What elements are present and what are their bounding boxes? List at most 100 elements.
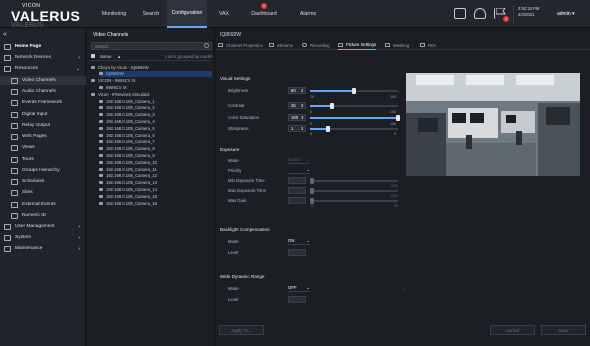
- sidebar-item-events-framework[interactable]: Events Framework: [0, 98, 86, 107]
- sidebar-item-system[interactable]: System ›: [0, 233, 86, 242]
- tree-device-row[interactable]: 192.168.0.105_Camera_6: [99, 132, 212, 138]
- contrast-slider[interactable]: [310, 103, 398, 109]
- wdr-level-spinner[interactable]: [288, 296, 306, 303]
- tree-device-row[interactable]: 192.168.0.105_Camera_7: [99, 139, 212, 145]
- backlight-mode-select[interactable]: ON ⌄: [288, 238, 310, 245]
- name-column-header[interactable]: Name: [100, 54, 111, 59]
- tree-device-row[interactable]: IQ8692W: [99, 70, 212, 77]
- sidebar-item-network-devices[interactable]: Network Devices ›: [0, 53, 86, 62]
- sidebar-item-sites[interactable]: Sites: [0, 188, 86, 197]
- tree-device-row[interactable]: 192.168.0.105_Camera_12: [99, 173, 212, 179]
- slider-handle[interactable]: [310, 188, 314, 194]
- nav-dashboard[interactable]: 1 Dashboard: [240, 0, 288, 28]
- sidebar-item-views[interactable]: Views: [0, 143, 86, 152]
- tab-masking[interactable]: Masking: [385, 40, 409, 50]
- tree-device-row[interactable]: 192.168.0.105_Camera_9: [99, 152, 212, 158]
- saturation-slider[interactable]: [310, 115, 400, 121]
- priority-select[interactable]: ⌄: [288, 167, 310, 174]
- spinner-arrows-icon[interactable]: ⇕: [301, 88, 304, 94]
- tab-channel-properties[interactable]: Channel Properties: [218, 40, 263, 50]
- tree-device-row[interactable]: 192.168.0.105_Camera_16: [99, 200, 212, 206]
- sidebar-item-tours[interactable]: Tours: [0, 155, 86, 164]
- tree-device-row[interactable]: 192.168.0.105_Camera_11: [99, 166, 212, 172]
- slider-handle[interactable]: [325, 126, 330, 132]
- sidebar-item-user-management[interactable]: User Management ›: [0, 222, 86, 231]
- spinner-arrows-icon[interactable]: ⇕: [301, 126, 304, 132]
- sidebar-item-audio-channels[interactable]: Audio Channels: [0, 87, 86, 96]
- sidebar-item-numeric-id[interactable]: Numeric ID: [0, 211, 86, 220]
- nav-alarms[interactable]: Alarms: [290, 0, 326, 28]
- sidebar-item-home[interactable]: Home Page: [0, 42, 86, 51]
- max-exposure-spinner[interactable]: [288, 187, 306, 194]
- nav-monitoring[interactable]: Monitoring: [93, 0, 135, 28]
- nav-search[interactable]: Search: [136, 0, 166, 28]
- bag-icon[interactable]: [474, 8, 486, 19]
- valerus-logo[interactable]: VICON VALERUS VALERUS: [8, 3, 80, 27]
- sidebar-item-digital-input[interactable]: Digital Input: [0, 110, 86, 119]
- tree-device-row[interactable]: 192.168.0.105_Camera_13: [99, 180, 212, 186]
- brightness-spinner[interactable]: 60 ⇕: [288, 87, 306, 94]
- tree-device-row[interactable]: 192.168.0.105_Camera_14: [99, 186, 212, 192]
- nav-configuration[interactable]: Configuration: [167, 0, 207, 28]
- nav-vax[interactable]: VAX: [212, 0, 236, 28]
- user-menu[interactable]: admin ▾: [557, 11, 575, 17]
- tab-streams[interactable]: Streams: [269, 40, 293, 50]
- max-gain-spinner[interactable]: [288, 197, 306, 204]
- max-exposure-slider[interactable]: [310, 188, 398, 194]
- search-input[interactable]: Search: [91, 42, 212, 50]
- tree-device-row[interactable]: 192.168.0.105_Camera_4: [99, 118, 212, 124]
- collapse-all-icon[interactable]: [91, 54, 95, 58]
- sidebar-item-relay-output[interactable]: Relay Output: [0, 121, 86, 130]
- sidebar-item-external-events[interactable]: External Events: [0, 200, 86, 209]
- tree-row-label: 192.168.0.105_Camera_15: [106, 193, 157, 199]
- sidebar-item-resources[interactable]: Resources ⌄: [0, 64, 86, 73]
- saturation-spinner[interactable]: 100 ⇕: [288, 114, 306, 121]
- tree-group-row[interactable]: VICON - 6WI6CV IX: [91, 78, 212, 84]
- backlight-level-spinner[interactable]: [288, 249, 306, 256]
- tree-group-row[interactable]: Cheyo by Vicon - IQ8692W: [91, 64, 212, 70]
- sidebar-item-schedules[interactable]: Schedules: [0, 177, 86, 186]
- slider-handle[interactable]: [330, 103, 334, 109]
- tab-label: Masking: [393, 42, 410, 48]
- exposure-mode-select[interactable]: AUTO ⌄: [288, 157, 310, 164]
- sharpness-spinner[interactable]: 1 ⇕: [288, 125, 306, 132]
- slider-handle[interactable]: [310, 178, 314, 184]
- tree-device-row[interactable]: 6WI6CV IX: [99, 84, 212, 90]
- max-gain-slider[interactable]: [310, 198, 398, 204]
- spinner-arrows-icon[interactable]: ⇕: [301, 103, 304, 109]
- sidebar-item-groups-hierarchy[interactable]: Groups Hierarchy: [0, 166, 86, 175]
- tab-recording[interactable]: Recording: [302, 40, 330, 50]
- sharpness-label: Sharpness: [228, 126, 249, 131]
- sidebar-item-video-channels[interactable]: Video Channels: [0, 76, 86, 85]
- wdr-mode-select[interactable]: OFF ⌄: [288, 285, 310, 292]
- sharpness-slider[interactable]: [310, 126, 398, 132]
- tab-picture-settings[interactable]: Picture Settings: [338, 40, 377, 50]
- spinner-arrows-icon[interactable]: ⇕: [301, 115, 304, 121]
- cancel-button[interactable]: Cancel: [490, 325, 535, 335]
- contrast-spinner[interactable]: 25 ⇕: [288, 102, 306, 109]
- tree-device-row[interactable]: 192.168.0.105_Camera_15: [99, 193, 212, 199]
- tree-device-row[interactable]: 192.168.0.105_Camera_2: [99, 105, 212, 111]
- min-exposure-slider[interactable]: [310, 178, 398, 184]
- tree-device-row[interactable]: 192.168.0.105_Camera_8: [99, 146, 212, 152]
- save-button[interactable]: Save: [541, 325, 586, 335]
- sidebar-item-web-pages[interactable]: Web Pages: [0, 132, 86, 141]
- slider-handle[interactable]: [396, 115, 400, 121]
- scroll-down-icon[interactable]: ⌄: [402, 286, 405, 291]
- sidebar-item-maintenance[interactable]: Maintenance ›: [0, 244, 86, 253]
- slider-handle[interactable]: [352, 88, 356, 94]
- layout-icon[interactable]: [454, 8, 466, 19]
- min-exposure-spinner[interactable]: [288, 177, 306, 184]
- apply-to-button[interactable]: Apply To...: [219, 325, 264, 335]
- sort-icon[interactable]: ▲: [117, 54, 121, 59]
- flag-icon[interactable]: 1: [494, 8, 509, 22]
- tree-device-row[interactable]: 192.168.0.105_Camera_1: [99, 98, 212, 104]
- tree-device-row[interactable]: 192.168.0.105_Camera_10: [99, 159, 212, 165]
- search-icon[interactable]: [204, 43, 209, 48]
- tree-device-row[interactable]: 192.168.0.105_Camera_3: [99, 112, 212, 118]
- brightness-slider[interactable]: [310, 88, 398, 94]
- tab-roi[interactable]: ROI: [420, 40, 436, 50]
- tree-device-row[interactable]: 192.168.0.105_Camera_5: [99, 125, 212, 131]
- tree-group-row[interactable]: Vicon - IPDevices Simulator: [91, 91, 212, 97]
- collapse-sidebar-icon[interactable]: «: [3, 31, 7, 38]
